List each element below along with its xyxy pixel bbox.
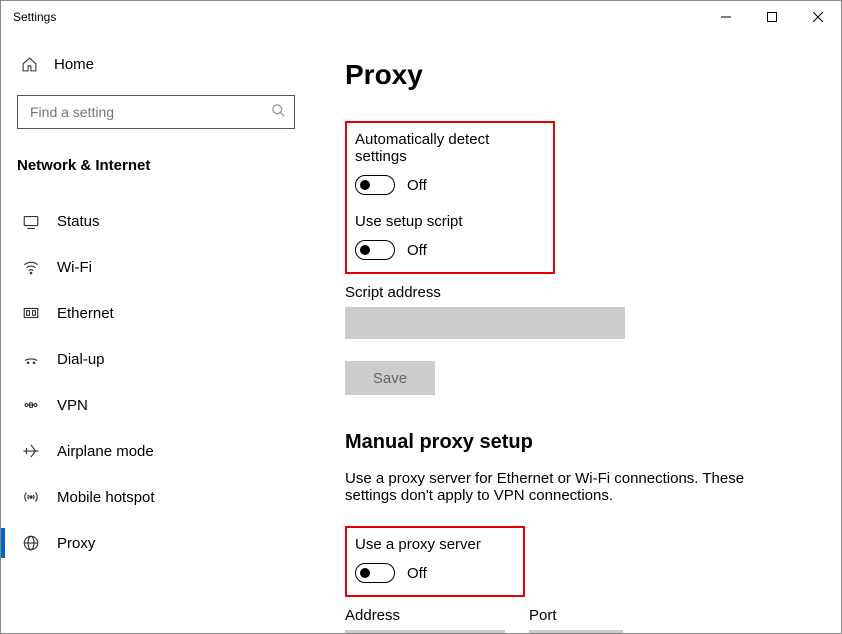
use-proxy-state: Off: [407, 565, 427, 582]
use-script-state: Off: [407, 242, 427, 259]
nav-label: Ethernet: [57, 305, 114, 322]
manual-helper-text: Use a proxy server for Ethernet or Wi-Fi…: [345, 470, 785, 504]
use-script-toggle[interactable]: [355, 240, 395, 260]
script-address-label: Script address: [345, 284, 817, 301]
vpn-icon: [21, 395, 41, 415]
maximize-button[interactable]: [749, 1, 795, 33]
dialup-icon: [21, 349, 41, 369]
home-label: Home: [54, 56, 94, 73]
sidebar-item-wifi[interactable]: Wi-Fi: [1, 244, 311, 290]
ethernet-icon: [21, 303, 41, 323]
close-button[interactable]: [795, 1, 841, 33]
status-icon: [21, 211, 41, 231]
nav-label: Proxy: [57, 535, 95, 552]
use-proxy-toggle[interactable]: [355, 563, 395, 583]
airplane-icon: [21, 441, 41, 461]
home-icon: [21, 56, 38, 73]
use-script-label: Use setup script: [355, 213, 539, 230]
settings-window: Settings Home: [0, 0, 842, 634]
address-input: [345, 630, 505, 633]
manual-section-title: Manual proxy setup: [345, 431, 817, 454]
proxy-icon: [21, 533, 41, 553]
hotspot-icon: [21, 487, 41, 507]
highlight-box-auto: Automatically detect settings Off Use se…: [345, 121, 555, 274]
content-panel: Proxy Automatically detect settings Off …: [311, 33, 841, 633]
address-label: Address: [345, 607, 505, 624]
script-address-input: [345, 307, 625, 339]
search-icon: [271, 103, 286, 121]
auto-detect-label: Automatically detect settings: [355, 131, 539, 165]
sidebar-item-proxy[interactable]: Proxy: [1, 520, 311, 566]
sidebar-item-hotspot[interactable]: Mobile hotspot: [1, 474, 311, 520]
minimize-button[interactable]: [703, 1, 749, 33]
sidebar-item-vpn[interactable]: VPN: [1, 382, 311, 428]
search-box[interactable]: [17, 95, 295, 129]
page-title: Proxy: [345, 59, 817, 91]
port-input: [529, 630, 623, 633]
nav-label: Mobile hotspot: [57, 489, 155, 506]
nav-label: Airplane mode: [57, 443, 154, 460]
nav-label: Wi-Fi: [57, 259, 92, 276]
sidebar-item-ethernet[interactable]: Ethernet: [1, 290, 311, 336]
sidebar: Home Network & Internet Status Wi-Fi: [1, 33, 311, 633]
auto-detect-toggle[interactable]: [355, 175, 395, 195]
nav-label: VPN: [57, 397, 88, 414]
sidebar-item-airplane[interactable]: Airplane mode: [1, 428, 311, 474]
category-header: Network & Internet: [1, 147, 311, 198]
port-label: Port: [529, 607, 623, 624]
use-proxy-label: Use a proxy server: [355, 536, 509, 553]
sidebar-item-dialup[interactable]: Dial-up: [1, 336, 311, 382]
save-button: Save: [345, 361, 435, 395]
window-title: Settings: [13, 10, 56, 24]
wifi-icon: [21, 257, 41, 277]
titlebar: Settings: [1, 1, 841, 33]
highlight-box-proxy: Use a proxy server Off: [345, 526, 525, 597]
window-controls: [703, 1, 841, 33]
home-nav[interactable]: Home: [1, 43, 311, 85]
sidebar-item-status[interactable]: Status: [1, 198, 311, 244]
search-input[interactable]: [28, 103, 271, 121]
nav-label: Status: [57, 213, 100, 230]
nav-label: Dial-up: [57, 351, 105, 368]
auto-detect-state: Off: [407, 177, 427, 194]
